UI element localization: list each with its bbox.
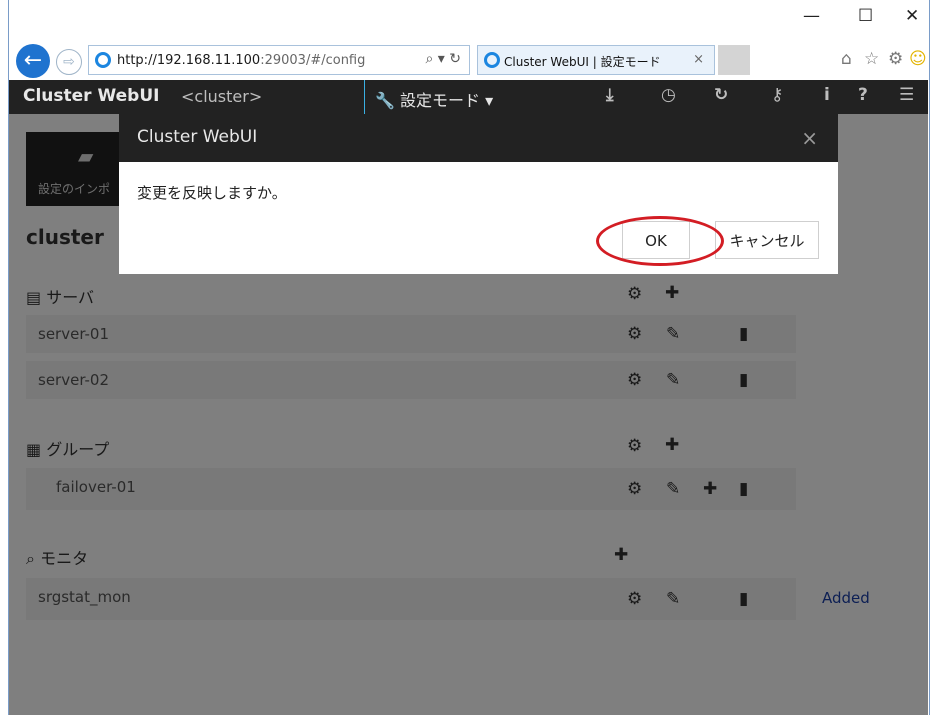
browser-tab[interactable]: Cluster WebUI | 設定モード ×: [477, 45, 715, 75]
tab-close-icon[interactable]: ×: [693, 52, 704, 67]
ie-logo-icon: [484, 52, 500, 68]
forward-button[interactable]: ⇨: [56, 49, 82, 75]
url-text: http://192.168.11.100:29003/#/config: [117, 53, 366, 68]
search-refresh-icon[interactable]: ⌕ ▾ ↻: [426, 51, 462, 67]
info-icon[interactable]: i: [824, 85, 830, 105]
window-close-button[interactable]: ✕: [905, 6, 919, 26]
confirm-dialog: Cluster WebUI × 変更を反映しますか。 OK キャンセル: [119, 114, 838, 274]
ie-logo-icon: [95, 52, 111, 68]
settings-gear-icon[interactable]: ⚙: [888, 49, 903, 69]
address-bar[interactable]: http://192.168.11.100:29003/#/config ⌕ ▾…: [88, 45, 470, 75]
help-icon[interactable]: ?: [858, 85, 868, 105]
cluster-name: <cluster>: [181, 87, 263, 106]
dialog-header: Cluster WebUI ×: [119, 114, 838, 162]
app-navbar: Cluster WebUI <cluster> 🔧 設定モード ▾ ⤓ ◷ ↻ …: [9, 80, 928, 114]
maximize-button[interactable]: ☐: [858, 6, 873, 26]
dialog-title: Cluster WebUI: [137, 127, 258, 147]
mode-dropdown[interactable]: 🔧 設定モード ▾: [375, 87, 493, 111]
nav-divider: [364, 80, 365, 114]
minimize-button[interactable]: —: [803, 6, 820, 26]
refresh-icon[interactable]: ↻: [714, 85, 728, 105]
menu-list-icon[interactable]: ☰: [899, 85, 914, 105]
close-icon[interactable]: ×: [801, 126, 818, 150]
ok-highlight-annotation: [596, 216, 724, 266]
arrow-left-icon: ←: [23, 48, 43, 73]
smiley-feedback-icon[interactable]: ☺: [909, 49, 927, 69]
history-clock-icon[interactable]: ◷: [661, 85, 676, 105]
home-icon[interactable]: ⌂: [841, 49, 852, 69]
arrow-right-icon: ⇨: [63, 54, 75, 70]
new-tab-button[interactable]: [718, 45, 750, 75]
download-icon[interactable]: ⤓: [606, 85, 614, 105]
tab-title: Cluster WebUI | 設定モード: [504, 55, 661, 69]
app-brand[interactable]: Cluster WebUI: [23, 86, 159, 106]
key-icon[interactable]: ⚷: [771, 85, 783, 105]
dialog-message: 変更を反映しますか。: [137, 184, 287, 202]
back-button[interactable]: ←: [16, 44, 50, 78]
favorites-star-icon[interactable]: ☆: [864, 49, 879, 69]
cancel-button[interactable]: キャンセル: [715, 221, 819, 259]
